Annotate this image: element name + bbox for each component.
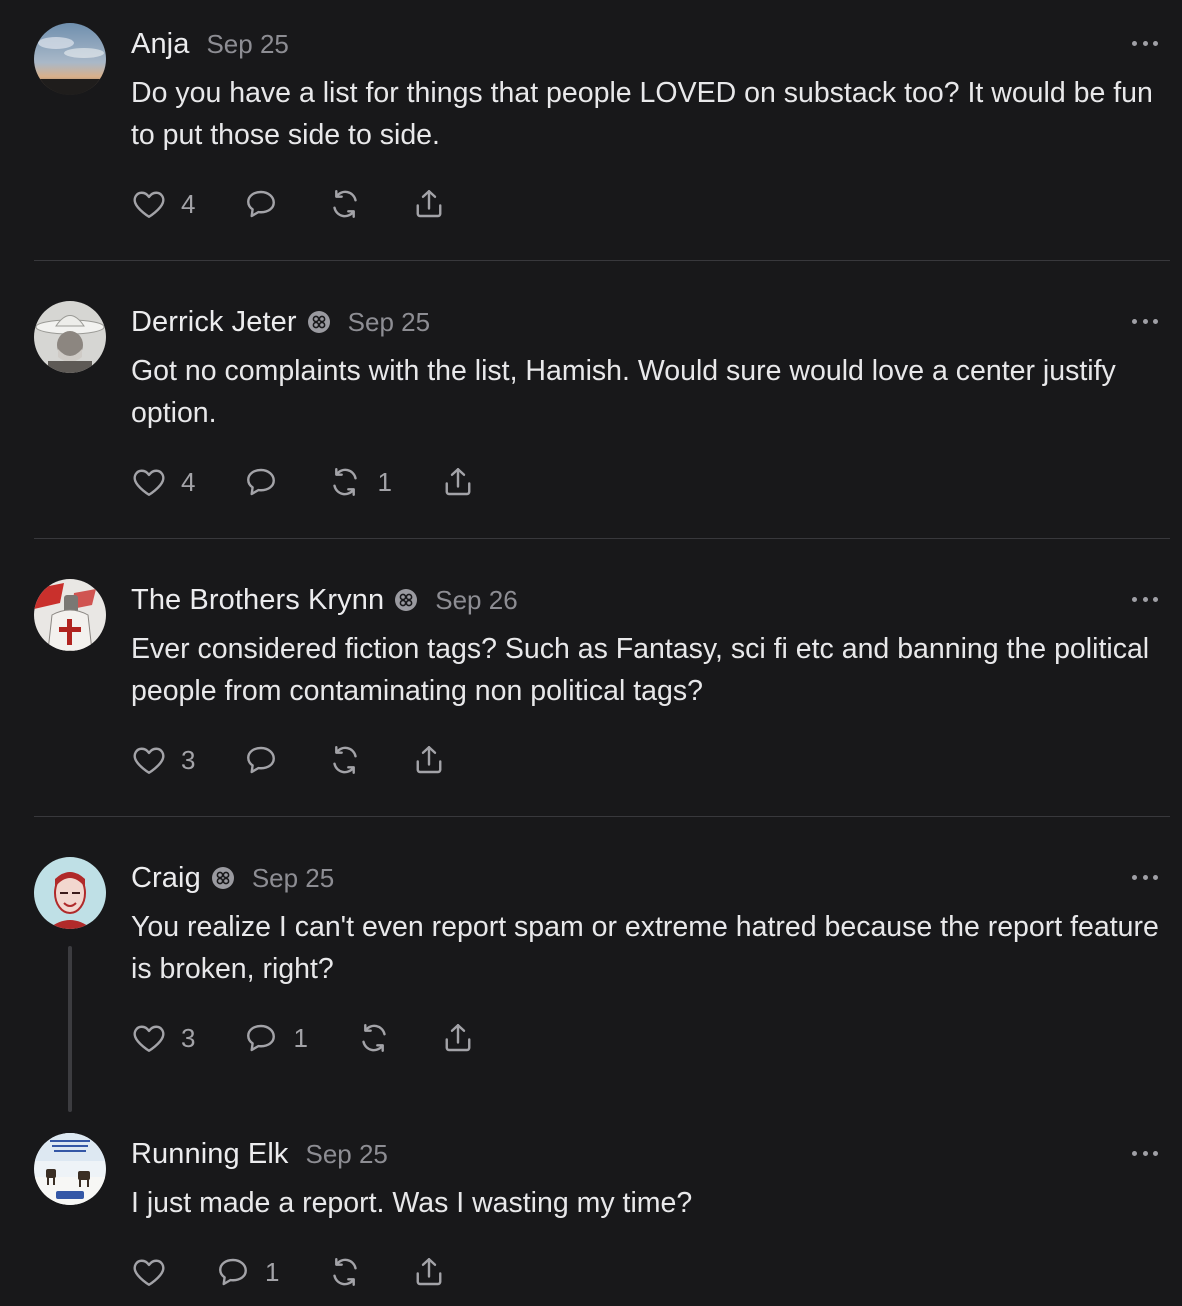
share-button[interactable] xyxy=(440,1018,476,1058)
comment-body: I just made a report. Was I wasting my t… xyxy=(131,1187,693,1219)
comment-bubble-icon xyxy=(247,190,276,218)
divider xyxy=(34,260,1170,261)
like-button[interactable] xyxy=(131,1252,167,1292)
heart-icon xyxy=(133,191,165,218)
like-count: 4 xyxy=(181,466,196,497)
comment-header: Derrick Jeter Sep 25 xyxy=(131,302,430,342)
heart-icon xyxy=(133,1025,165,1052)
restack-button[interactable] xyxy=(327,740,363,780)
subscriber-badge-icon xyxy=(211,866,235,890)
avatar[interactable] xyxy=(34,579,106,651)
avatar[interactable] xyxy=(34,23,106,95)
comment-body: Got no complaints with the list, Hamish.… xyxy=(131,355,1116,429)
like-button[interactable]: 4 xyxy=(131,462,195,502)
share-icon xyxy=(417,1258,442,1286)
like-button[interactable]: 3 xyxy=(131,1018,195,1058)
restack-button[interactable] xyxy=(356,1018,392,1058)
comment-thread: Anja Sep 25 Do you have a list for thing… xyxy=(0,0,1182,1306)
avatar[interactable] xyxy=(34,857,106,929)
avatar[interactable] xyxy=(34,301,106,373)
more-options-icon[interactable] xyxy=(1132,38,1158,48)
subscriber-badge-icon xyxy=(394,588,418,612)
more-options-icon[interactable] xyxy=(1132,594,1158,604)
comment: Derrick Jeter Sep 25 Got no complaints w… xyxy=(0,278,1182,538)
comment-date[interactable]: Sep 26 xyxy=(435,585,517,616)
restack-icon xyxy=(333,1258,358,1286)
more-options-icon[interactable] xyxy=(1132,316,1158,326)
comment-bubble-icon xyxy=(247,746,276,774)
comment-date[interactable]: Sep 25 xyxy=(348,307,430,338)
reply-count: 1 xyxy=(293,1022,308,1053)
author-name[interactable]: The Brothers Krynn xyxy=(131,584,384,617)
comment: Craig Sep 25 You realize I can't even re… xyxy=(0,834,1182,1124)
share-icon xyxy=(417,190,442,218)
like-button[interactable]: 4 xyxy=(131,184,195,224)
share-button[interactable] xyxy=(440,462,476,502)
comment-actions: 4 1 xyxy=(131,462,476,502)
comment: Anja Sep 25 Do you have a list for thing… xyxy=(0,0,1182,260)
comment-bubble-icon xyxy=(219,1258,247,1286)
comment-actions: 4 xyxy=(131,184,447,224)
restack-icon xyxy=(362,1024,386,1052)
author-name[interactable]: Craig xyxy=(131,862,201,895)
heart-icon xyxy=(133,747,165,774)
like-count: 3 xyxy=(181,744,196,775)
share-button[interactable] xyxy=(411,1252,447,1292)
author-name[interactable]: Derrick Jeter xyxy=(131,306,297,339)
comment-bubble-icon xyxy=(247,468,276,496)
restack-button[interactable] xyxy=(327,184,363,224)
restack-icon xyxy=(333,746,358,774)
comment-header: Running Elk Sep 25 xyxy=(131,1134,388,1174)
more-options-icon[interactable] xyxy=(1132,1148,1158,1158)
comment-body: Ever considered fiction tags? Such as Fa… xyxy=(131,633,1150,707)
subscriber-badge-icon xyxy=(307,310,331,334)
author-name[interactable]: Running Elk xyxy=(131,1138,288,1171)
comment-date[interactable]: Sep 25 xyxy=(305,1139,387,1170)
reply-count: 1 xyxy=(265,1256,280,1287)
comment-header: The Brothers Krynn Sep 26 xyxy=(131,580,518,620)
comment: The Brothers Krynn Sep 26 Ever considere… xyxy=(0,556,1182,816)
comment-actions: 1 xyxy=(131,1252,447,1292)
comment-date[interactable]: Sep 25 xyxy=(252,863,334,894)
heart-icon xyxy=(133,1259,165,1286)
reply-button[interactable]: 1 xyxy=(243,1018,308,1058)
share-button[interactable] xyxy=(411,740,447,780)
comment-header: Anja Sep 25 xyxy=(131,24,289,64)
comment-body: You realize I can't even report spam or … xyxy=(131,911,1159,985)
share-icon xyxy=(445,1024,471,1052)
avatar[interactable] xyxy=(34,1133,106,1205)
divider xyxy=(34,816,1170,817)
comment-actions: 3 xyxy=(131,740,447,780)
like-count: 4 xyxy=(181,188,196,219)
restack-button[interactable] xyxy=(327,1252,363,1292)
heart-icon xyxy=(133,469,165,496)
thread-connector-line xyxy=(68,946,72,1112)
divider xyxy=(34,538,1170,539)
like-count: 3 xyxy=(181,1022,196,1053)
reply-button[interactable] xyxy=(243,740,279,780)
comment-reply: Running Elk Sep 25 I just made a report.… xyxy=(0,1110,1182,1306)
comment-header: Craig Sep 25 xyxy=(131,858,334,898)
comment-body: Do you have a list for things that peopl… xyxy=(131,77,1153,151)
restack-icon xyxy=(333,190,358,218)
reply-button[interactable]: 1 xyxy=(215,1252,279,1292)
comment-bubble-icon xyxy=(247,1024,276,1052)
reply-button[interactable] xyxy=(243,184,279,224)
reply-button[interactable] xyxy=(243,462,279,502)
comment-actions: 3 1 xyxy=(131,1018,476,1058)
author-name[interactable]: Anja xyxy=(131,28,189,61)
restack-button[interactable]: 1 xyxy=(327,462,392,502)
restack-icon xyxy=(333,468,358,496)
share-icon xyxy=(417,746,442,774)
more-options-icon[interactable] xyxy=(1132,872,1158,882)
share-button[interactable] xyxy=(411,184,447,224)
share-icon xyxy=(445,468,471,496)
like-button[interactable]: 3 xyxy=(131,740,195,780)
restack-count: 1 xyxy=(377,466,392,497)
comment-date[interactable]: Sep 25 xyxy=(206,29,288,60)
